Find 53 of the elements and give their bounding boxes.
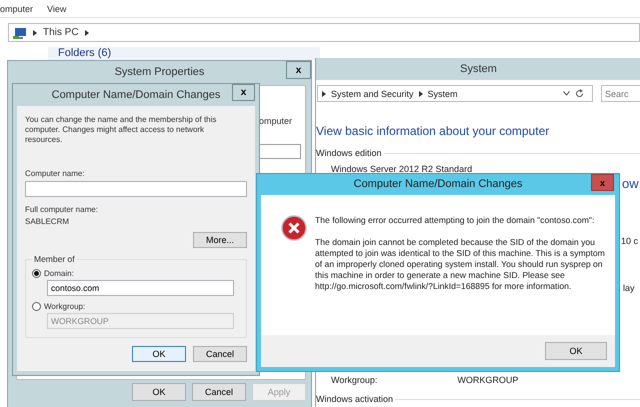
dialog-title: Computer Name/Domain Changes — [52, 89, 220, 101]
ok-button[interactable]: OK — [132, 383, 186, 401]
cancel-button[interactable]: Cancel — [192, 383, 246, 401]
field-label: Computer name: — [25, 169, 86, 178]
text-fragment: omputer — [259, 116, 292, 126]
computer-icon — [13, 26, 27, 38]
computer-name-field[interactable] — [25, 181, 247, 197]
domain-field[interactable]: contoso.com — [47, 280, 234, 296]
ok-button[interactable]: OK — [545, 342, 607, 360]
error-message: The following error occurred attempting to join the domain "contoso.com": — [315, 215, 596, 226]
breadcrumb-item[interactable]: System — [428, 88, 458, 98]
page-heading: View basic information about your computer — [316, 124, 550, 138]
radio-button[interactable] — [32, 269, 41, 278]
close-button[interactable]: x — [591, 174, 614, 191]
field-label: Full computer name: — [25, 205, 99, 214]
refresh-icon — [575, 89, 584, 98]
chevron-down-icon — [563, 91, 570, 96]
address-bar[interactable]: This PC — [8, 23, 640, 42]
caret-right-icon — [322, 90, 326, 96]
workgroup-value: WORKGROUP — [457, 375, 518, 385]
search-field[interactable]: Searc — [601, 85, 640, 102]
intro-text: You can change the name and the membership of this computer. Changes might affect access to network resources. — [25, 115, 218, 145]
error-detail: The domain join cannot be completed because the SID of the domain you attempted to join was identical to the SID of this machine. This is a symptom of an improperly cloned operating system install. You should run sysprep on this machine in order to generate a new machine SID. Please see http://go.microsoft.com/fwlink/?LinkId=168895 for more information. — [315, 237, 605, 292]
breadcrumb-item[interactable]: System and Security — [331, 88, 414, 98]
cancel-button[interactable]: Cancel — [193, 346, 247, 362]
folders-header[interactable]: Folders (6) — [48, 47, 320, 60]
breadcrumb-item[interactable]: This PC — [43, 27, 79, 38]
more-button[interactable]: More... — [193, 232, 247, 248]
section-heading: Windows edition — [316, 148, 382, 158]
caret-right-icon — [418, 90, 423, 96]
text-fragment: lay — [623, 283, 635, 293]
menu-item[interactable]: omputer — [0, 4, 34, 14]
edition-text: Windows Server 2012 R2 Standard — [331, 164, 474, 174]
workgroup-label: Workgroup: — [331, 375, 378, 385]
option-label[interactable]: Domain: — [44, 269, 74, 278]
radio-button[interactable] — [32, 302, 41, 311]
section-heading: Windows activation — [316, 394, 394, 404]
option-label[interactable]: Workgroup: — [44, 302, 86, 311]
text-fragment: ow — [622, 176, 639, 191]
caret-right-icon — [33, 30, 37, 36]
text-fragment: 10 c — [621, 236, 638, 246]
close-button[interactable]: x — [232, 84, 255, 101]
dialog-title: Computer Name/Domain Changes — [354, 178, 522, 190]
menu-item[interactable]: View — [47, 4, 66, 14]
ok-button[interactable]: OK — [132, 346, 186, 362]
group-label: Member of — [33, 254, 76, 264]
address-bar[interactable]: System and Security System — [317, 85, 593, 102]
close-button[interactable]: x — [286, 61, 311, 79]
window-title: System — [316, 58, 640, 80]
window-title: System Properties — [114, 66, 204, 78]
caret-right-icon — [84, 30, 89, 36]
error-icon — [281, 215, 307, 241]
full-name-value: SABLECRM — [25, 217, 70, 226]
